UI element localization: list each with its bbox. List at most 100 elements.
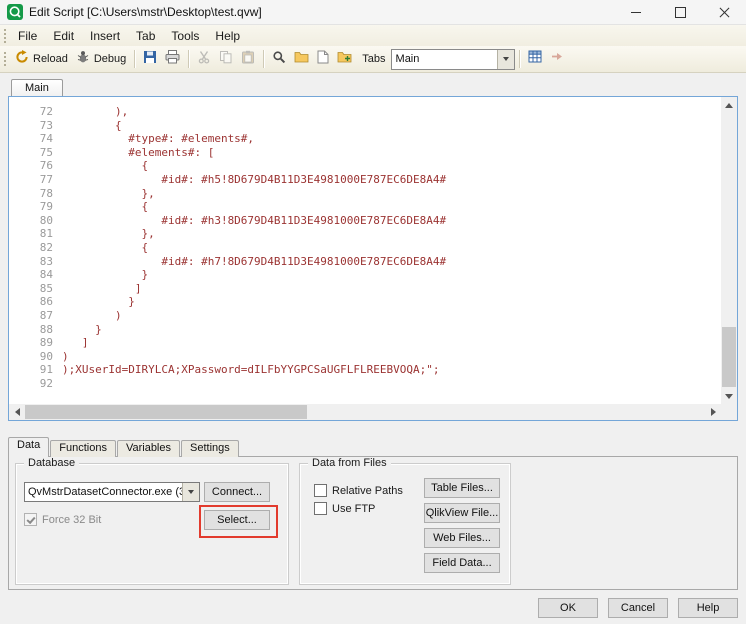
menu-tools[interactable]: Tools [164, 27, 206, 45]
tab-selector[interactable]: Main [391, 49, 515, 70]
force-32bit-checkbox-row: Force 32 Bit [24, 513, 101, 526]
scroll-left-button[interactable] [9, 404, 25, 420]
script-editor[interactable]: 72 ),73 {74 #type#: #elements#,75 #eleme… [8, 96, 738, 421]
data-panel: Database QvMstrDatasetConnector.exe (3 C… [8, 456, 738, 590]
save-icon [143, 50, 157, 69]
copy-button [215, 48, 237, 71]
menu-help[interactable]: Help [208, 27, 247, 45]
script-tab-strip: Main [8, 78, 738, 96]
line-number: 83 [9, 255, 62, 269]
debug-button[interactable]: Debug [72, 48, 130, 71]
line-text: } [62, 323, 102, 337]
panel-tab-data[interactable]: Data [8, 437, 49, 457]
line-text: { [62, 119, 122, 133]
cancel-button[interactable]: Cancel [608, 598, 668, 618]
help-button[interactable]: Help [678, 598, 738, 618]
table-files-button[interactable]: Table Files... [424, 478, 500, 498]
menu-insert[interactable]: Insert [83, 27, 127, 45]
code-line: 89 ] [9, 336, 721, 350]
database-connector-select[interactable]: QvMstrDatasetConnector.exe (3 [24, 482, 200, 502]
select-button[interactable]: Select... [204, 510, 270, 530]
script-code-area[interactable]: 72 ),73 {74 #type#: #elements#,75 #eleme… [9, 97, 721, 404]
open-script-button[interactable] [290, 48, 313, 70]
menu-grip [4, 29, 6, 43]
qlikview-file-button[interactable]: QlikView File... [424, 503, 500, 523]
print-button[interactable] [161, 48, 184, 71]
web-files-button[interactable]: Web Files... [424, 528, 500, 548]
line-number: 74 [9, 132, 62, 146]
script-tab-main[interactable]: Main [11, 79, 63, 96]
database-group: Database QvMstrDatasetConnector.exe (3 C… [15, 463, 289, 585]
panel-tab-settings[interactable]: Settings [181, 440, 239, 457]
arrow-up-icon [725, 103, 733, 108]
line-number: 84 [9, 268, 62, 282]
line-text: ), [62, 105, 128, 119]
print-icon [165, 50, 180, 69]
line-number: 80 [9, 214, 62, 228]
ok-button[interactable]: OK [538, 598, 598, 618]
paste-button [237, 48, 259, 71]
titlebar: Edit Script [C:\Users\mstr\Desktop\test.… [0, 0, 746, 25]
menu-bar: FileEditInsertTabToolsHelp [0, 25, 746, 47]
code-line: 73 { [9, 119, 721, 133]
code-line: 87 ) [9, 309, 721, 323]
save-button[interactable] [139, 48, 161, 71]
horizontal-scrollbar-thumb[interactable] [25, 405, 307, 419]
window-title: Edit Script [C:\Users\mstr\Desktop\test.… [29, 5, 262, 19]
connect-button[interactable]: Connect... [204, 482, 270, 502]
code-line: 79 { [9, 200, 721, 214]
horizontal-scrollbar[interactable] [9, 404, 721, 420]
reload-button[interactable]: Reload [11, 48, 72, 71]
find-button[interactable] [268, 48, 290, 71]
line-number: 79 [9, 200, 62, 214]
table-viewer-button[interactable] [524, 48, 546, 70]
toolbar-separator [263, 50, 264, 68]
minimize-icon [631, 12, 641, 13]
line-text: #id#: #h7!8D679D4B11D3E4981000E787EC6DE8… [62, 255, 446, 269]
line-number: 86 [9, 295, 62, 309]
menu-tab[interactable]: Tab [129, 27, 162, 45]
line-text: ) [62, 350, 69, 364]
panel-tab-functions[interactable]: Functions [50, 440, 116, 457]
maximize-button[interactable] [658, 0, 702, 24]
close-button[interactable] [702, 0, 746, 24]
relative-paths-checkbox[interactable] [314, 484, 327, 497]
line-text: );XUserId=DIRYLCA;XPassword=dILFbYYGPCSa… [62, 363, 440, 377]
database-group-legend: Database [24, 457, 79, 469]
scroll-down-button[interactable] [721, 388, 737, 404]
find-icon [272, 50, 286, 69]
toolbar-separator [519, 50, 520, 68]
menu-file[interactable]: File [11, 27, 44, 45]
file-buttons: Table Files... QlikView File... Web Files.… [424, 478, 500, 573]
line-number: 88 [9, 323, 62, 337]
debug-icon [76, 50, 90, 69]
new-tab-button[interactable] [313, 48, 333, 71]
insert-tab-button[interactable] [333, 48, 356, 70]
use-ftp-checkbox[interactable] [314, 502, 327, 515]
tab-selector-dropdown-button[interactable] [497, 50, 514, 69]
dropdown-icon [188, 490, 194, 494]
code-line: 74 #type#: #elements#, [9, 132, 721, 146]
scroll-right-button[interactable] [705, 404, 721, 420]
database-connector-dropdown-button[interactable] [182, 483, 199, 501]
move-tab-icon [550, 50, 564, 68]
line-text: } [62, 268, 148, 282]
database-connector-value: QvMstrDatasetConnector.exe (3 [25, 483, 182, 501]
force-32bit-label: Force 32 Bit [42, 514, 101, 526]
field-data-button[interactable]: Field Data... [424, 553, 500, 573]
menu-edit[interactable]: Edit [46, 27, 81, 45]
vertical-scrollbar-thumb[interactable] [722, 327, 736, 387]
data-from-files-legend: Data from Files [308, 457, 391, 469]
data-from-files-group: Data from Files Relative Paths Use FTP T… [299, 463, 511, 585]
scroll-up-button[interactable] [721, 97, 737, 113]
line-number: 92 [9, 377, 62, 391]
panel-tab-variables[interactable]: Variables [117, 440, 180, 457]
minimize-button[interactable] [614, 0, 658, 24]
vertical-scrollbar[interactable] [721, 97, 737, 404]
code-line: 82 { [9, 241, 721, 255]
line-number: 76 [9, 159, 62, 173]
line-text: ] [62, 336, 89, 350]
line-number: 85 [9, 282, 62, 296]
cut-icon [197, 50, 211, 69]
table-icon [528, 50, 542, 68]
